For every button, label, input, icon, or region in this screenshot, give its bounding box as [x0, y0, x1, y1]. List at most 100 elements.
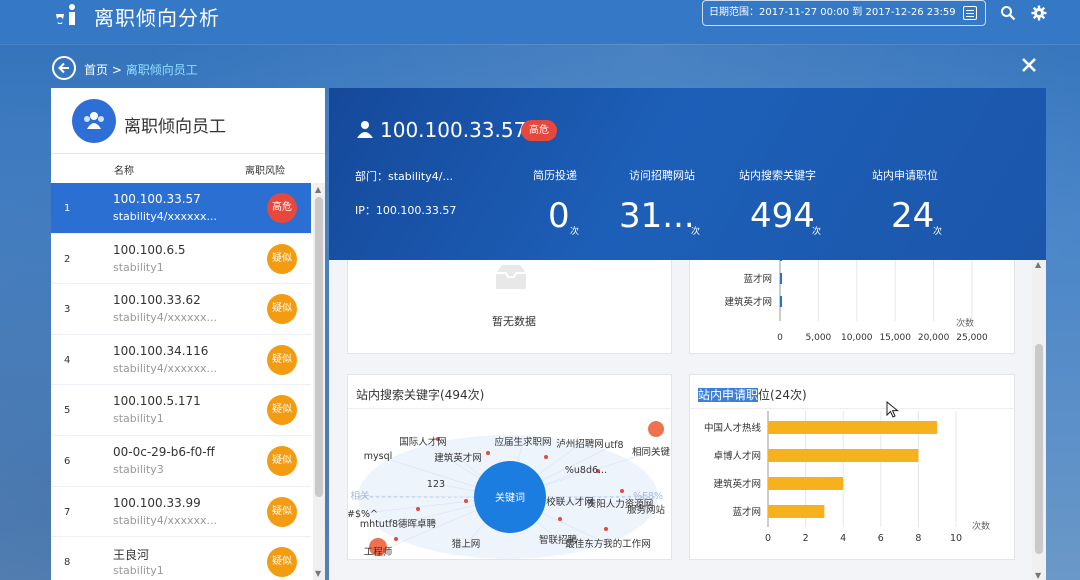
empty-data-text: 暂无数据: [492, 315, 536, 328]
employee-department: stability4/xxxxxx...: [113, 210, 218, 223]
x-tick-label: 2: [803, 533, 809, 544]
date-range-picker[interactable]: 日期范围：2017-11-27 00:00 到 2017-12-26 23:59: [702, 0, 986, 26]
bar[interactable]: [768, 505, 825, 518]
employee-row[interactable]: 7 100.100.33.99 stability4/xxxxxx... 疑似: [51, 486, 311, 538]
scroll-up-icon[interactable]: ▲: [1035, 260, 1041, 269]
keyword-label[interactable]: 工程师: [364, 546, 393, 558]
employee-name: 100.100.33.57: [113, 192, 201, 206]
scroll-down-icon[interactable]: ▼: [1035, 571, 1041, 580]
x-tick-label: 20,000: [918, 333, 950, 343]
employee-row[interactable]: 5 100.100.5.171 stability1 疑似: [51, 385, 311, 436]
risk-level-badge: 疑似: [267, 344, 297, 375]
graph-node[interactable]: [394, 537, 398, 541]
list-column-headers: 名称 离职风险: [51, 154, 325, 182]
keyword-label[interactable]: 最佳东方我的工作网: [565, 538, 651, 550]
employee-name: 王良河: [113, 548, 150, 563]
employee-department: stability3: [113, 462, 164, 476]
stat-label-applied-positions: 站内申请职位: [872, 169, 938, 182]
risk-level-badge: 疑似: [267, 294, 297, 325]
bar[interactable]: [768, 449, 919, 462]
graph-node[interactable]: [620, 489, 624, 493]
risk-level-badge: 疑似: [267, 445, 297, 476]
keyword-label[interactable]: 猎上网: [452, 538, 481, 550]
column-header-name: 名称: [114, 166, 134, 177]
axis-unit-label: 次数: [956, 317, 974, 329]
row-index: 4: [64, 354, 71, 366]
close-icon[interactable]: [1020, 56, 1038, 74]
row-index: 6: [64, 455, 71, 467]
stat-unit-search-keywords: 次: [812, 227, 822, 237]
breadcrumb-current: 离职倾向员工: [125, 63, 198, 77]
card-title: 站内搜索关键字(494次): [356, 388, 485, 402]
keyword-label[interactable]: mhtutf8德晖卓聘: [360, 518, 437, 530]
card-title-rest: 位(24次): [758, 388, 807, 402]
employee-name: 00-0c-29-b6-f0-ff: [113, 444, 215, 459]
graph-node[interactable]: [648, 421, 664, 437]
axis-unit-label: 次数: [972, 520, 990, 532]
graph-node[interactable]: [486, 451, 490, 455]
stat-value-search-keywords: 494: [750, 196, 815, 236]
keyword-label[interactable]: 泸州招聘网: [556, 438, 604, 450]
risk-level-badge: 疑似: [267, 395, 297, 426]
breadcrumb: 首页 > 离职倾向员工: [84, 61, 198, 78]
keyword-label[interactable]: mysql: [364, 451, 393, 462]
panel-title: 离职倾向员工: [124, 117, 226, 137]
scroll-up-icon[interactable]: ▲: [315, 185, 321, 194]
keyword-label[interactable]: 国际人才网: [399, 436, 447, 448]
keyword-label[interactable]: 建筑英才网: [434, 452, 482, 464]
employee-list: 1 100.100.33.57 stability4/xxxxxx... 高危 2 100…: [51, 183, 311, 580]
graph-node[interactable]: [464, 499, 468, 503]
scroll-thumb[interactable]: [315, 197, 323, 497]
top-header: 离职倾向分析 日期范围：2017-11-27 00:00 到 2017-12-2…: [0, 0, 1080, 44]
list-scrollbar[interactable]: ▲ ▼: [313, 183, 325, 580]
gear-icon[interactable]: [1031, 5, 1047, 21]
graph-node[interactable]: [604, 527, 608, 531]
stat-unit-applied-positions: 次: [933, 227, 943, 237]
scroll-thumb[interactable]: [1035, 344, 1043, 554]
ip-text: IP：100.100.33.57: [355, 204, 457, 217]
arrow-left-icon: [58, 62, 69, 74]
mouse-cursor-icon: [886, 401, 899, 418]
column-header-risk: 离职风险: [245, 166, 285, 177]
bar[interactable]: [768, 477, 844, 490]
keyword-label[interactable]: 相同关键: [632, 446, 671, 458]
graph-node[interactable]: [544, 455, 548, 459]
employee-department: stability4/xxxxxx...: [113, 311, 218, 325]
breadcrumb-separator: >: [111, 63, 122, 77]
calendar-icon[interactable]: [963, 6, 977, 20]
bar[interactable]: [768, 421, 938, 434]
detail-scrollbar[interactable]: ▲ ▼: [1032, 260, 1046, 580]
employee-name: 100.100.34.116: [113, 343, 209, 358]
employee-summary-band: 100.100.33.57 高危 部门：stability4/... IP：10…: [329, 88, 1046, 260]
employee-row[interactable]: 3 100.100.33.62 stability4/xxxxxx... 疑似: [51, 284, 311, 335]
keyword-label[interactable]: %u8d6...: [565, 465, 607, 476]
breadcrumb-home[interactable]: 首页: [84, 63, 108, 77]
x-tick-label: 15,000: [879, 333, 911, 343]
employee-row[interactable]: 4 100.100.34.116 stability4/xxxxxx... 疑似: [51, 334, 311, 386]
keyword-label[interactable]: 应届生求职网: [494, 436, 551, 448]
x-tick-label: 4: [840, 533, 846, 544]
employee-name: 100.100.33.62: [113, 293, 201, 308]
search-icon[interactable]: [1000, 5, 1016, 21]
keyword-label[interactable]: 相关: [350, 490, 370, 502]
employee-department: stability1: [113, 564, 164, 578]
stat-label-recruit-sites: 访问招聘网站: [629, 169, 695, 182]
keyword-graph[interactable]: 关键词 国际人才网 应届生求职网 泸州招聘网 utf8 相同关键 mysql 建筑英才网 %u8…: [348, 409, 672, 559]
employee-row[interactable]: 2 100.100.6.5 stability1 疑似: [51, 233, 311, 285]
employee-row[interactable]: 1 100.100.33.57 stability4/xxxxxx... 高危: [51, 183, 311, 234]
graph-node[interactable]: [558, 517, 562, 521]
scroll-down-icon[interactable]: ▼: [315, 569, 321, 578]
employee-name: 100.100.33.99: [113, 495, 201, 510]
graph-node[interactable]: [416, 507, 420, 511]
detail-area: 暂无数据 0 5,000 10,000 15,000 20,000 25,000 中国人才热…: [329, 88, 1046, 580]
employee-row[interactable]: 8 王良河 stability1 疑似: [51, 537, 311, 580]
back-button[interactable]: [52, 56, 76, 80]
employee-row[interactable]: 6 00-0c-29-b6-f0-ff stability3 疑似: [51, 435, 311, 487]
keyword-label[interactable]: utf8: [604, 440, 623, 451]
app-title: 离职倾向分析: [94, 6, 220, 30]
keyword-label[interactable]: 123: [427, 479, 445, 490]
employee-department: stability1: [113, 260, 164, 274]
risk-level-badge: 疑似: [267, 496, 297, 527]
keyword-label[interactable]: 服务网站: [627, 504, 666, 516]
employee-department: stability4/xxxxxx...: [113, 361, 218, 375]
